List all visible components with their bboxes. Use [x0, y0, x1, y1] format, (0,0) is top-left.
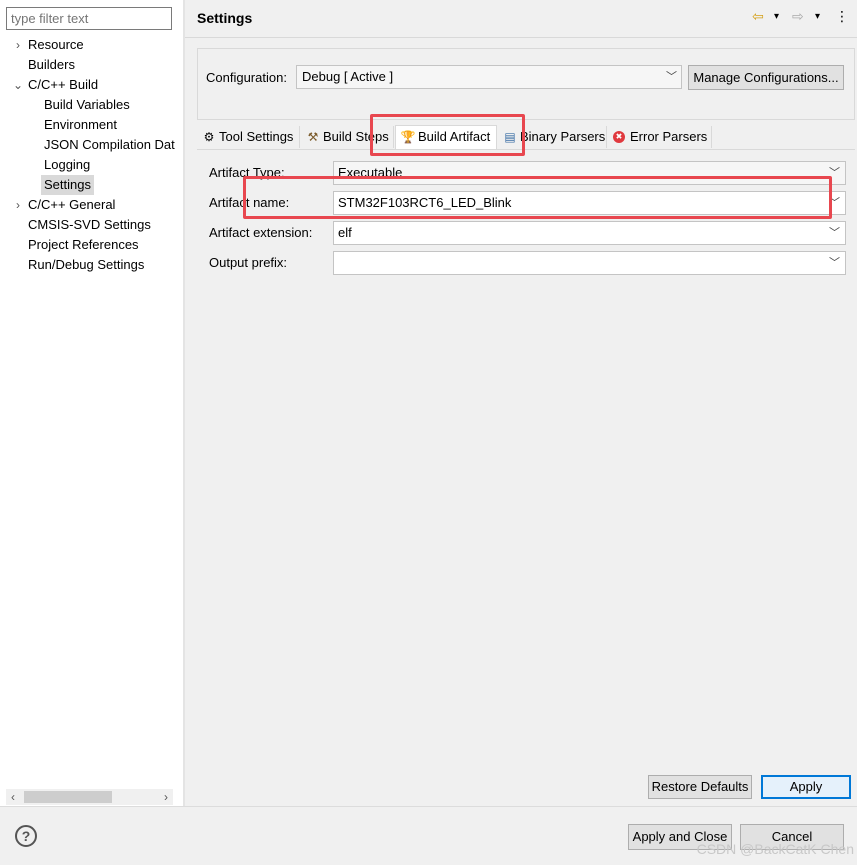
chevron-down-icon: ﹀ — [666, 71, 677, 83]
filter-input[interactable] — [6, 7, 172, 30]
settings-tabs: ⚙ Tool Settings ⚒ Build Steps 🏆 Build Ar… — [197, 125, 857, 150]
forward-arrow-icon[interactable]: ⇨ — [792, 8, 804, 25]
binary-parsers-icon: ▤ — [504, 130, 516, 144]
artifact-type-select[interactable]: Executable ﹀ — [333, 161, 846, 185]
tree-item-cpp-build[interactable]: C/C++ Build — [25, 75, 101, 95]
output-prefix-label: Output prefix: — [209, 255, 288, 270]
preferences-tree-pane: › Resource Builders ⌄ C/C++ Build Build … — [0, 0, 183, 806]
back-dropdown-icon[interactable]: ▾ — [774, 11, 779, 22]
back-arrow-icon[interactable]: ⇦ — [752, 8, 764, 25]
trophy-icon: 🏆 — [400, 130, 416, 144]
artifact-type-label: Artifact Type: — [209, 165, 285, 180]
tree-item-run-debug[interactable]: Run/Debug Settings — [25, 255, 147, 275]
page-title: Settings — [197, 10, 253, 26]
tab-build-steps[interactable]: ⚒ Build Steps — [301, 126, 394, 148]
tree-item-project-references[interactable]: Project References — [25, 235, 142, 255]
dialog-button-bar: ? Apply and Close Cancel CSDN @BackCatK … — [0, 806, 857, 865]
watermark: CSDN @BackCatK Chen — [696, 841, 854, 857]
settings-page: Settings ⇦ ▾ ⇨ ▾ ⋮ Configuration: Debug … — [185, 0, 857, 806]
configuration-group: Configuration: Debug [ Active ] ﹀ Manage… — [197, 48, 855, 120]
tree-item-build-variables[interactable]: Build Variables — [41, 95, 133, 115]
scroll-left-icon[interactable]: ‹ — [6, 789, 20, 805]
horizontal-scrollbar[interactable]: ‹ › — [6, 789, 173, 805]
artifact-name-label: Artifact name: — [209, 195, 290, 210]
tree-item-environment[interactable]: Environment — [41, 115, 120, 135]
tree-item-json-compilation[interactable]: JSON Compilation Dat — [41, 135, 183, 155]
artifact-name-input[interactable]: STM32F103RCT6_LED_Blink ﹀ — [333, 191, 846, 215]
view-menu-icon[interactable]: ⋮ — [835, 8, 849, 25]
chevron-down-icon: ﹀ — [829, 227, 840, 239]
build-artifact-panel: Artifact Type: Executable ﹀ Artifact nam… — [197, 149, 855, 771]
tree-item-logging[interactable]: Logging — [41, 155, 93, 175]
artifact-extension-label: Artifact extension: — [209, 225, 313, 240]
chevron-down-icon: ﹀ — [829, 167, 840, 179]
artifact-extension-input[interactable]: elf ﹀ — [333, 221, 846, 245]
tree-item-settings[interactable]: Settings — [41, 175, 94, 195]
manage-configurations-button[interactable]: Manage Configurations... — [688, 65, 844, 90]
tree-item-cpp-general[interactable]: C/C++ General — [25, 195, 118, 215]
cpp-general-expand-icon[interactable]: › — [12, 195, 24, 215]
tab-build-artifact[interactable]: 🏆 Build Artifact — [395, 125, 497, 149]
tab-error-parsers[interactable]: ✖ Error Parsers — [608, 126, 712, 148]
scrollbar-thumb[interactable] — [24, 791, 112, 803]
error-parsers-icon: ✖ — [613, 131, 625, 143]
restore-defaults-button[interactable]: Restore Defaults — [648, 775, 752, 799]
header-separator — [185, 37, 857, 38]
chevron-down-icon: ﹀ — [829, 257, 840, 269]
tab-binary-parsers[interactable]: ▤ Binary Parsers — [498, 126, 607, 148]
forward-dropdown-icon[interactable]: ▾ — [815, 11, 820, 22]
build-steps-icon: ⚒ — [307, 130, 319, 144]
cpp-build-collapse-icon[interactable]: ⌄ — [12, 75, 24, 95]
configuration-select[interactable]: Debug [ Active ] ﹀ — [296, 65, 682, 89]
apply-button[interactable]: Apply — [761, 775, 851, 799]
tab-tool-settings[interactable]: ⚙ Tool Settings — [197, 126, 300, 148]
configuration-label: Configuration: — [206, 70, 287, 85]
output-prefix-input[interactable]: ﹀ — [333, 251, 846, 275]
tree-item-cmsis-svd[interactable]: CMSIS-SVD Settings — [25, 215, 154, 235]
tree-item-resource[interactable]: Resource — [25, 35, 87, 55]
help-icon[interactable]: ? — [15, 825, 37, 847]
chevron-down-icon: ﹀ — [829, 197, 840, 209]
scroll-right-icon[interactable]: › — [159, 789, 173, 805]
tree-item-builders[interactable]: Builders — [25, 55, 78, 75]
resource-expand-icon[interactable]: › — [12, 35, 24, 55]
tool-settings-icon: ⚙ — [203, 130, 215, 144]
